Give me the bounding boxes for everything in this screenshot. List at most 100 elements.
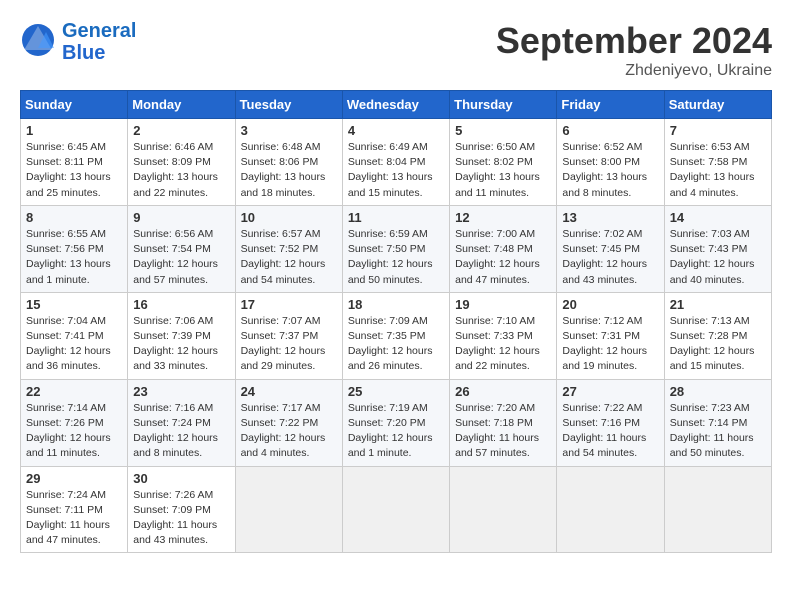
- page-header: General Blue September 2024 Zhdeniyevo, …: [20, 20, 772, 80]
- calendar-cell: 13 Sunrise: 7:02 AM Sunset: 7:45 PM Dayl…: [557, 205, 664, 292]
- calendar-cell: 14 Sunrise: 7:03 AM Sunset: 7:43 PM Dayl…: [664, 205, 771, 292]
- day-info: Sunrise: 6:48 AM Sunset: 8:06 PM Dayligh…: [241, 140, 337, 201]
- day-info: Sunrise: 7:03 AM Sunset: 7:43 PM Dayligh…: [670, 227, 766, 288]
- day-info: Sunrise: 7:10 AM Sunset: 7:33 PM Dayligh…: [455, 314, 551, 375]
- day-number: 14: [670, 210, 766, 225]
- calendar-cell: [557, 466, 664, 553]
- col-thursday: Thursday: [450, 91, 557, 119]
- day-number: 26: [455, 384, 551, 399]
- calendar-row: 15 Sunrise: 7:04 AM Sunset: 7:41 PM Dayl…: [21, 292, 772, 379]
- calendar-row: 22 Sunrise: 7:14 AM Sunset: 7:26 PM Dayl…: [21, 379, 772, 466]
- day-info: Sunrise: 6:46 AM Sunset: 8:09 PM Dayligh…: [133, 140, 229, 201]
- calendar-cell: 22 Sunrise: 7:14 AM Sunset: 7:26 PM Dayl…: [21, 379, 128, 466]
- day-info: Sunrise: 6:52 AM Sunset: 8:00 PM Dayligh…: [562, 140, 658, 201]
- calendar-cell: 18 Sunrise: 7:09 AM Sunset: 7:35 PM Dayl…: [342, 292, 449, 379]
- calendar-cell: 19 Sunrise: 7:10 AM Sunset: 7:33 PM Dayl…: [450, 292, 557, 379]
- col-wednesday: Wednesday: [342, 91, 449, 119]
- day-number: 13: [562, 210, 658, 225]
- day-info: Sunrise: 7:00 AM Sunset: 7:48 PM Dayligh…: [455, 227, 551, 288]
- calendar-cell: 10 Sunrise: 6:57 AM Sunset: 7:52 PM Dayl…: [235, 205, 342, 292]
- calendar-cell: 11 Sunrise: 6:59 AM Sunset: 7:50 PM Dayl…: [342, 205, 449, 292]
- day-number: 22: [26, 384, 122, 399]
- day-info: Sunrise: 7:09 AM Sunset: 7:35 PM Dayligh…: [348, 314, 444, 375]
- day-info: Sunrise: 7:07 AM Sunset: 7:37 PM Dayligh…: [241, 314, 337, 375]
- calendar-cell: 8 Sunrise: 6:55 AM Sunset: 7:56 PM Dayli…: [21, 205, 128, 292]
- day-number: 29: [26, 471, 122, 486]
- day-number: 20: [562, 297, 658, 312]
- calendar-table: Sunday Monday Tuesday Wednesday Thursday…: [20, 90, 772, 553]
- logo: General Blue: [20, 20, 136, 64]
- day-info: Sunrise: 6:56 AM Sunset: 7:54 PM Dayligh…: [133, 227, 229, 288]
- day-info: Sunrise: 6:50 AM Sunset: 8:02 PM Dayligh…: [455, 140, 551, 201]
- calendar-cell: 4 Sunrise: 6:49 AM Sunset: 8:04 PM Dayli…: [342, 119, 449, 206]
- day-number: 8: [26, 210, 122, 225]
- calendar-cell: 30 Sunrise: 7:26 AM Sunset: 7:09 PM Dayl…: [128, 466, 235, 553]
- day-number: 15: [26, 297, 122, 312]
- day-number: 7: [670, 123, 766, 138]
- calendar-cell: 27 Sunrise: 7:22 AM Sunset: 7:16 PM Dayl…: [557, 379, 664, 466]
- location: Zhdeniyevo, Ukraine: [496, 62, 772, 80]
- calendar-cell: 25 Sunrise: 7:19 AM Sunset: 7:20 PM Dayl…: [342, 379, 449, 466]
- day-number: 17: [241, 297, 337, 312]
- day-number: 12: [455, 210, 551, 225]
- col-friday: Friday: [557, 91, 664, 119]
- calendar-row: 1 Sunrise: 6:45 AM Sunset: 8:11 PM Dayli…: [21, 119, 772, 206]
- calendar-cell: [342, 466, 449, 553]
- day-number: 23: [133, 384, 229, 399]
- calendar-cell: 6 Sunrise: 6:52 AM Sunset: 8:00 PM Dayli…: [557, 119, 664, 206]
- day-info: Sunrise: 6:45 AM Sunset: 8:11 PM Dayligh…: [26, 140, 122, 201]
- day-info: Sunrise: 7:06 AM Sunset: 7:39 PM Dayligh…: [133, 314, 229, 375]
- col-saturday: Saturday: [664, 91, 771, 119]
- calendar-cell: 1 Sunrise: 6:45 AM Sunset: 8:11 PM Dayli…: [21, 119, 128, 206]
- day-info: Sunrise: 7:19 AM Sunset: 7:20 PM Dayligh…: [348, 401, 444, 462]
- day-number: 6: [562, 123, 658, 138]
- calendar-row: 8 Sunrise: 6:55 AM Sunset: 7:56 PM Dayli…: [21, 205, 772, 292]
- day-info: Sunrise: 7:16 AM Sunset: 7:24 PM Dayligh…: [133, 401, 229, 462]
- calendar-header-row: Sunday Monday Tuesday Wednesday Thursday…: [21, 91, 772, 119]
- calendar-cell: 20 Sunrise: 7:12 AM Sunset: 7:31 PM Dayl…: [557, 292, 664, 379]
- day-info: Sunrise: 7:17 AM Sunset: 7:22 PM Dayligh…: [241, 401, 337, 462]
- logo-text: General: [62, 20, 136, 42]
- col-tuesday: Tuesday: [235, 91, 342, 119]
- calendar-cell: 5 Sunrise: 6:50 AM Sunset: 8:02 PM Dayli…: [450, 119, 557, 206]
- day-number: 28: [670, 384, 766, 399]
- day-info: Sunrise: 7:23 AM Sunset: 7:14 PM Dayligh…: [670, 401, 766, 462]
- calendar-cell: 3 Sunrise: 6:48 AM Sunset: 8:06 PM Dayli…: [235, 119, 342, 206]
- day-info: Sunrise: 7:14 AM Sunset: 7:26 PM Dayligh…: [26, 401, 122, 462]
- day-number: 5: [455, 123, 551, 138]
- day-number: 9: [133, 210, 229, 225]
- calendar-cell: 23 Sunrise: 7:16 AM Sunset: 7:24 PM Dayl…: [128, 379, 235, 466]
- day-number: 18: [348, 297, 444, 312]
- day-number: 3: [241, 123, 337, 138]
- day-info: Sunrise: 7:02 AM Sunset: 7:45 PM Dayligh…: [562, 227, 658, 288]
- day-number: 16: [133, 297, 229, 312]
- logo-subtext: Blue: [62, 42, 136, 64]
- calendar-cell: 17 Sunrise: 7:07 AM Sunset: 7:37 PM Dayl…: [235, 292, 342, 379]
- day-info: Sunrise: 6:57 AM Sunset: 7:52 PM Dayligh…: [241, 227, 337, 288]
- day-info: Sunrise: 6:59 AM Sunset: 7:50 PM Dayligh…: [348, 227, 444, 288]
- calendar-cell: [450, 466, 557, 553]
- calendar-cell: 7 Sunrise: 6:53 AM Sunset: 7:58 PM Dayli…: [664, 119, 771, 206]
- day-number: 10: [241, 210, 337, 225]
- title-block: September 2024 Zhdeniyevo, Ukraine: [496, 20, 772, 80]
- calendar-row: 29 Sunrise: 7:24 AM Sunset: 7:11 PM Dayl…: [21, 466, 772, 553]
- day-info: Sunrise: 7:24 AM Sunset: 7:11 PM Dayligh…: [26, 488, 122, 549]
- day-info: Sunrise: 7:13 AM Sunset: 7:28 PM Dayligh…: [670, 314, 766, 375]
- day-info: Sunrise: 6:53 AM Sunset: 7:58 PM Dayligh…: [670, 140, 766, 201]
- day-info: Sunrise: 6:55 AM Sunset: 7:56 PM Dayligh…: [26, 227, 122, 288]
- calendar-cell: 12 Sunrise: 7:00 AM Sunset: 7:48 PM Dayl…: [450, 205, 557, 292]
- calendar-cell: 16 Sunrise: 7:06 AM Sunset: 7:39 PM Dayl…: [128, 292, 235, 379]
- day-number: 27: [562, 384, 658, 399]
- day-number: 1: [26, 123, 122, 138]
- day-number: 19: [455, 297, 551, 312]
- calendar-cell: [235, 466, 342, 553]
- day-info: Sunrise: 6:49 AM Sunset: 8:04 PM Dayligh…: [348, 140, 444, 201]
- day-number: 4: [348, 123, 444, 138]
- day-number: 30: [133, 471, 229, 486]
- day-info: Sunrise: 7:20 AM Sunset: 7:18 PM Dayligh…: [455, 401, 551, 462]
- month-title: September 2024: [496, 20, 772, 62]
- calendar-cell: 15 Sunrise: 7:04 AM Sunset: 7:41 PM Dayl…: [21, 292, 128, 379]
- day-number: 2: [133, 123, 229, 138]
- calendar-cell: [664, 466, 771, 553]
- day-info: Sunrise: 7:26 AM Sunset: 7:09 PM Dayligh…: [133, 488, 229, 549]
